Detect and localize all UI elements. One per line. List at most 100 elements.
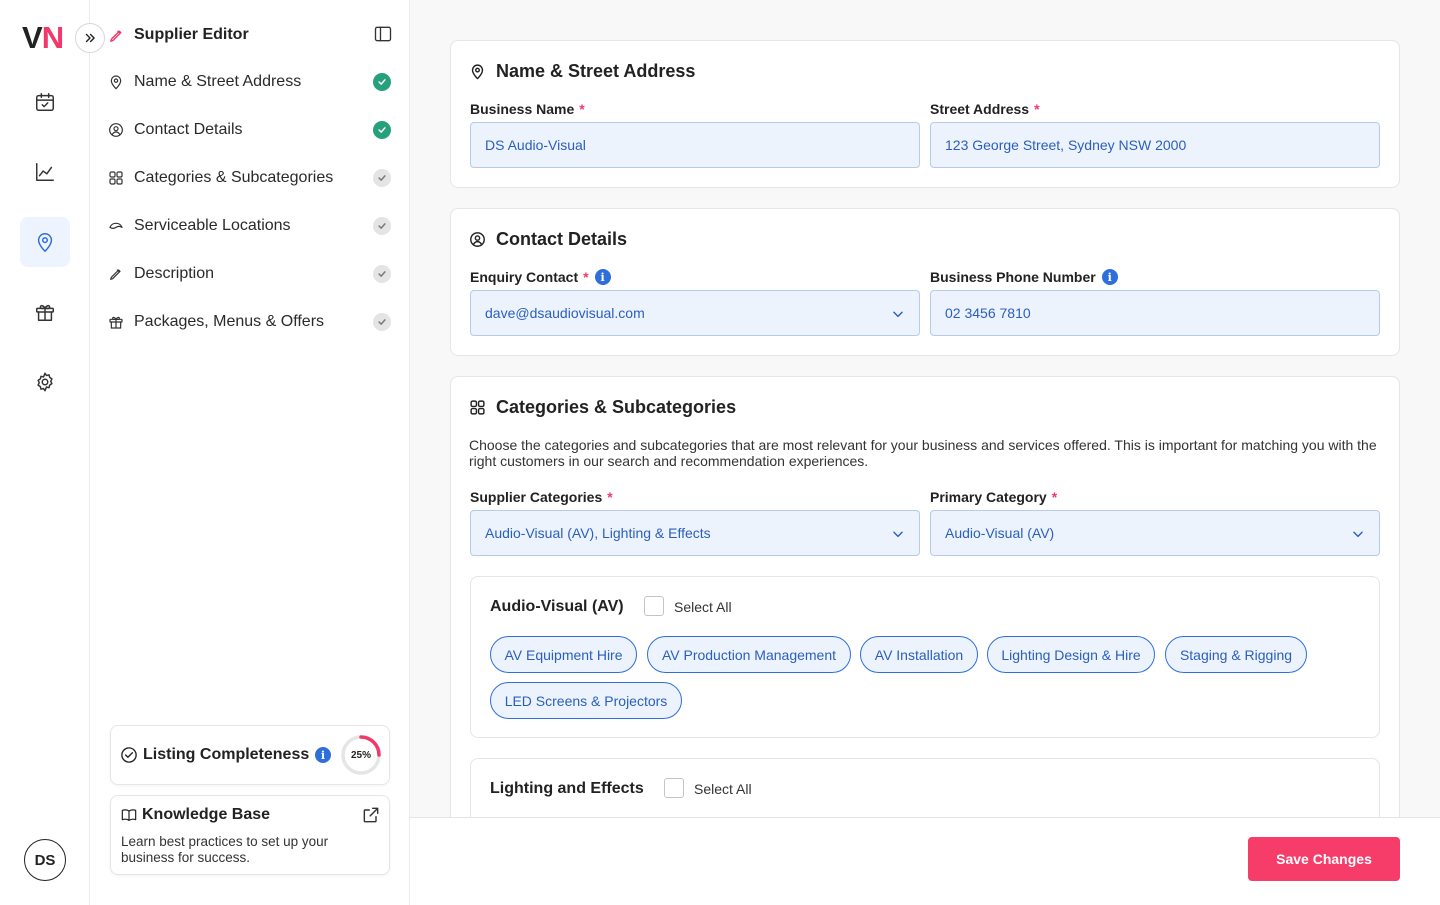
chevron-down-icon [1353,531,1363,538]
rail-calendar-button[interactable] [20,77,70,127]
save-changes-button[interactable]: Save Changes [1248,837,1400,881]
nav-item-label: Serviceable Locations [134,217,291,234]
listing-completeness-card[interactable]: Listing Completeness i 25% [110,725,390,785]
subcategory-group-lighting: Lighting and Effects Select All [470,758,1380,817]
subcategory-group-av: Audio-Visual (AV) Select All AV Equipmen… [470,576,1380,738]
card-header: Name & Street Address [469,61,695,82]
section-title: Name & Street Address [496,61,696,81]
subcategory-chip[interactable]: AV Equipment Hire [490,636,637,673]
user-avatar[interactable]: DS [24,839,66,881]
primary-category-select[interactable]: Audio-Visual (AV) [930,510,1380,556]
pencil-icon [110,30,122,42]
editor-title: Supplier Editor [134,26,249,43]
external-link-button[interactable] [361,805,381,830]
select-all-label: Select All [674,599,732,615]
rail-analytics-button[interactable] [20,147,70,197]
nav-item-categories[interactable]: Categories & Subcategories [108,163,391,193]
nav-item-label: Packages, Menus & Offers [134,313,325,330]
rail-settings-button[interactable] [20,357,70,407]
chevrons-right-icon [85,33,95,43]
nav-item-name-address[interactable]: Name & Street Address [108,67,391,97]
knowledge-base-card[interactable]: Knowledge Base Learn best practices to s… [110,795,390,875]
select-all-checkbox[interactable] [664,778,684,798]
subcategory-chip[interactable]: AV Production Management [647,636,851,673]
map-pin-icon [110,75,122,90]
subcategory-chip[interactable]: LED Screens & Projectors [490,682,682,719]
external-link-icon [363,807,379,823]
panel-toggle-button[interactable] [373,24,393,49]
subcategory-group-title: Lighting and Effects [490,780,644,797]
complete-check-icon [373,121,391,139]
select-all-label: Select All [694,781,752,797]
enquiry-contact-select[interactable]: dave@dsaudiovisual.com [470,290,920,336]
subcategory-chip[interactable]: AV Installation [860,636,978,673]
pending-check-icon [373,265,391,283]
nav-item-label: Description [134,265,215,282]
nav-item-label: Name & Street Address [134,73,302,90]
editor-header: Supplier Editor [108,20,393,50]
business-name-input[interactable]: DS Audio-Visual [470,122,920,168]
info-icon[interactable]: i [1101,269,1118,285]
map-pin-icon [471,64,484,80]
select-all-checkbox[interactable] [644,596,664,616]
sidebar-panel-icon [374,26,392,42]
check-circle-icon [121,747,137,763]
nav-item-contact-details[interactable]: Contact Details [108,115,391,145]
completeness-title: Listing Completeness [143,746,310,763]
chevron-down-icon [893,311,903,318]
gear-icon [37,372,53,392]
street-address-input[interactable]: 123 George Street, Sydney NSW 2000 [930,122,1380,168]
supplier-categories-select[interactable]: Audio-Visual (AV), Lighting & Effects [470,510,920,556]
user-circle-icon [109,123,123,137]
editor-footer: Save Changes [410,817,1440,905]
pencil-icon [110,269,121,280]
subcategory-group-title: Audio-Visual (AV) [490,598,624,615]
section-title: Categories & Subcategories [496,397,737,417]
card-header: Categories & Subcategories [469,397,736,418]
contact-details-card: Contact Details Enquiry Contact * i dave@… [450,208,1400,356]
gift-icon [109,316,123,329]
nav-item-label: Contact Details [134,121,243,138]
completeness-percent: 25% [350,749,371,761]
calendar-check-icon [36,93,54,111]
grid-icon [470,400,485,415]
pending-check-icon [373,169,391,187]
rail-listing-button[interactable] [20,217,70,267]
gift-icon [36,304,54,321]
section-title: Contact Details [496,229,628,249]
business-phone-label: Business Phone Number i [930,269,1118,285]
primary-category-label: Primary Category * [930,489,1058,505]
business-name-label: Business Name * [470,101,585,117]
categories-card: Categories & Subcategories Choose the ca… [450,376,1400,817]
street-address-label: Street Address * [930,101,1040,117]
road-icon [109,222,123,229]
brand-logo[interactable]: VN [22,20,64,56]
info-icon[interactable]: i [594,269,611,285]
enquiry-contact-label: Enquiry Contact * i [470,269,611,285]
business-phone-input[interactable]: 02 3456 7810 [930,290,1380,336]
info-icon[interactable]: i [315,747,331,763]
line-chart-icon [36,163,54,181]
expand-sidebar-button[interactable] [75,23,105,53]
user-circle-icon [470,232,485,247]
complete-check-icon [373,73,391,91]
knowledge-base-title: Knowledge Base [142,806,271,823]
knowledge-base-description: Learn best practices to set up your busi… [121,834,329,865]
rail-offers-button[interactable] [20,287,70,337]
categories-help-text: Choose the categories and subcategories … [469,437,1377,469]
subcategory-chip[interactable]: Staging & Rigging [1165,636,1307,673]
book-open-icon [121,809,137,821]
nav-item-serviceable-locations[interactable]: Serviceable Locations [108,211,391,241]
nav-item-description[interactable]: Description [108,259,391,289]
nav-item-label: Categories & Subcategories [134,169,334,186]
grid-icon [109,171,123,185]
map-pin-icon [37,233,53,252]
chevron-down-icon [893,531,903,538]
subcategory-chip[interactable]: Lighting Design & Hire [987,636,1155,673]
icon-rail: VN DS [0,0,90,905]
card-header: Contact Details [469,229,627,250]
supplier-categories-label: Supplier Categories * [470,489,613,505]
name-address-card: Name & Street Address Business Name * DS … [450,40,1400,188]
pending-check-icon [373,313,391,331]
nav-item-packages[interactable]: Packages, Menus & Offers [108,307,391,337]
